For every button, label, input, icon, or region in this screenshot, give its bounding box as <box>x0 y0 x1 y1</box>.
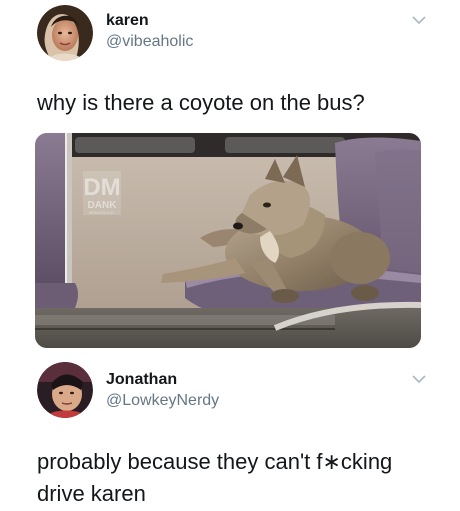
author-handle[interactable]: @vibeaholic <box>106 33 193 51</box>
tweet-text: why is there a coyote on the bus? <box>37 90 365 115</box>
coyote-on-bus-photo: DM DANK MEMEOLOGY <box>35 133 421 348</box>
svg-text:DM: DM <box>83 174 120 201</box>
chevron-down-icon[interactable] <box>412 15 426 25</box>
svg-text:MEMEOLOGY: MEMEOLOGY <box>89 210 116 215</box>
chevron-down-icon[interactable] <box>412 374 426 384</box>
author-handle[interactable]: @LowkeyNerdy <box>106 392 219 410</box>
avatar-karen[interactable] <box>37 5 93 61</box>
avatar-jonathan-image <box>37 362 93 418</box>
author-name[interactable]: karen <box>106 12 149 30</box>
avatar-jonathan[interactable] <box>37 362 93 418</box>
tweet-text-line-2: drive karen <box>37 481 146 506</box>
tweet-text-line-1: probably because they can't f∗cking <box>37 449 393 474</box>
tweet-media-image[interactable]: DM DANK MEMEOLOGY <box>35 133 421 348</box>
avatar-karen-image <box>37 5 93 61</box>
author-name[interactable]: Jonathan <box>106 371 177 389</box>
watermark-logo: DM DANK MEMEOLOGY <box>83 171 121 215</box>
